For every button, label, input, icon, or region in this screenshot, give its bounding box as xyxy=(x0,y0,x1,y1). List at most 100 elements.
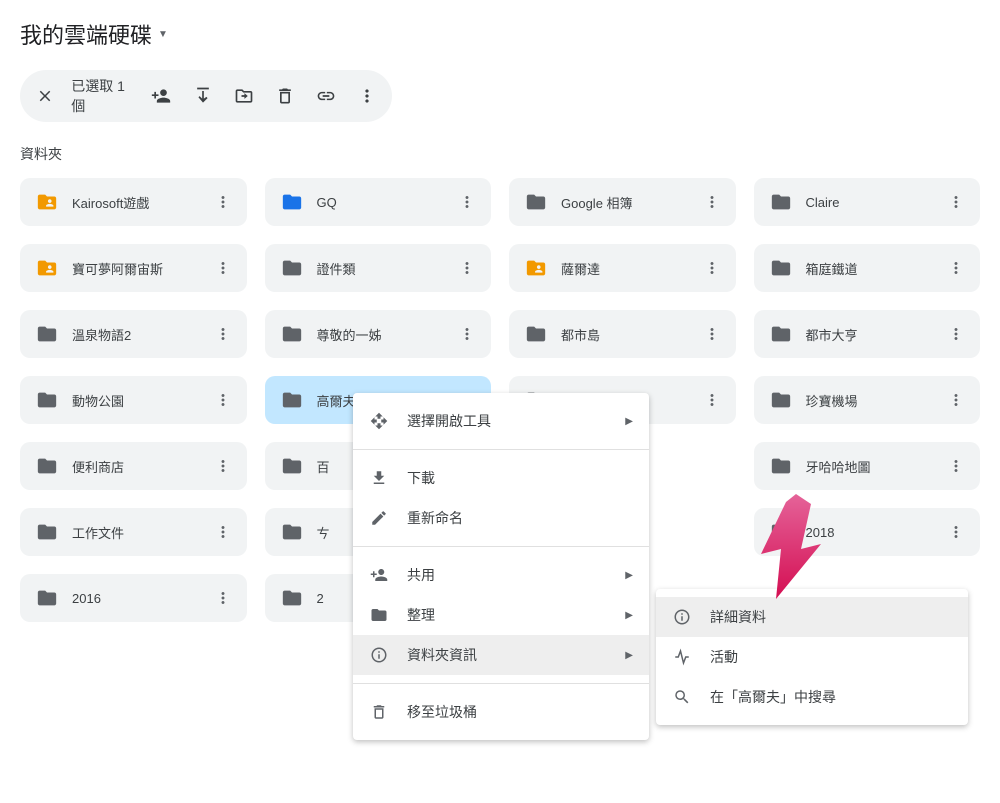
folder-more-button[interactable] xyxy=(940,186,972,218)
folder-name: 便利商店 xyxy=(72,457,193,476)
more-vert-icon xyxy=(357,86,377,106)
more-vert-icon xyxy=(458,259,476,277)
more-vert-icon xyxy=(214,589,232,607)
folder-item[interactable]: 尊敬的一姊 xyxy=(265,310,492,358)
folder-item[interactable]: Claire xyxy=(754,178,981,226)
more-vert-icon xyxy=(214,457,232,475)
folder-item[interactable]: GQ xyxy=(265,178,492,226)
folder-item[interactable]: 都市大亨 xyxy=(754,310,981,358)
folder-icon xyxy=(281,455,303,477)
ctx-download[interactable]: 下載 xyxy=(353,458,649,498)
folder-more-button[interactable] xyxy=(207,318,239,350)
folder-more-button[interactable] xyxy=(940,450,972,482)
ctx-trash[interactable]: 移至垃圾桶 xyxy=(353,692,649,732)
folder-item[interactable]: 牙哈哈地圖 xyxy=(754,442,981,490)
folder-icon xyxy=(36,521,58,543)
move-button[interactable] xyxy=(227,76,260,116)
sub-activity[interactable]: 活動 xyxy=(656,637,968,677)
folder-more-button[interactable] xyxy=(696,186,728,218)
context-submenu: 詳細資料 活動 在「高爾夫」中搜尋 xyxy=(656,589,968,725)
folder-item[interactable]: 證件類 xyxy=(265,244,492,292)
activity-icon xyxy=(672,647,692,667)
sub-details[interactable]: 詳細資料 xyxy=(656,597,968,637)
context-menu: 選擇開啟工具 ▶ 下載 重新命名 共用 ▶ 整理 ▶ 資料夾資訊 ▶ xyxy=(353,393,649,740)
folder-icon xyxy=(770,323,792,345)
more-vert-icon xyxy=(214,325,232,343)
chevron-right-icon: ▶ xyxy=(625,570,633,581)
folder-icon xyxy=(281,257,303,279)
clear-selection-button[interactable] xyxy=(28,76,61,116)
folder-name: 都市大亨 xyxy=(806,325,927,344)
folder-icon xyxy=(770,389,792,411)
folder-more-button[interactable] xyxy=(207,582,239,614)
folder-item[interactable]: Google 相簿 xyxy=(509,178,736,226)
folder-item[interactable]: 2018 xyxy=(754,508,981,556)
folder-item[interactable]: 都市島 xyxy=(509,310,736,358)
more-vert-icon xyxy=(947,325,965,343)
ctx-organize[interactable]: 整理 ▶ xyxy=(353,595,649,635)
folder-name: GQ xyxy=(317,195,438,210)
folder-more-button[interactable] xyxy=(451,318,483,350)
folder-more-button[interactable] xyxy=(696,384,728,416)
share-button[interactable] xyxy=(145,76,178,116)
move-to-folder-icon xyxy=(234,86,254,106)
more-vert-icon xyxy=(214,391,232,409)
folder-item[interactable]: 珍寶機場 xyxy=(754,376,981,424)
folder-more-button[interactable] xyxy=(940,384,972,416)
folder-item[interactable]: Kairosoft遊戲 xyxy=(20,178,247,226)
folder-name: 2016 xyxy=(72,591,193,606)
person-add-icon xyxy=(151,86,171,106)
folder-item[interactable]: 工作文件 xyxy=(20,508,247,556)
folder-more-button[interactable] xyxy=(696,318,728,350)
folder-icon xyxy=(36,455,58,477)
more-vert-icon xyxy=(947,523,965,541)
folder-item[interactable]: 箱庭鐵道 xyxy=(754,244,981,292)
folder-more-button[interactable] xyxy=(940,318,972,350)
ctx-folder-info[interactable]: 資料夾資訊 ▶ xyxy=(353,635,649,675)
folder-more-button[interactable] xyxy=(207,384,239,416)
folder-icon xyxy=(281,389,303,411)
caret-down-icon: ▼ xyxy=(158,29,168,40)
chevron-right-icon: ▶ xyxy=(625,416,633,427)
open-with-icon xyxy=(369,411,389,431)
more-vert-icon xyxy=(458,325,476,343)
more-vert-icon xyxy=(214,259,232,277)
more-actions-button[interactable] xyxy=(351,76,384,116)
ctx-open-with[interactable]: 選擇開啟工具 ▶ xyxy=(353,401,649,441)
folder-more-button[interactable] xyxy=(451,186,483,218)
folder-name: 動物公園 xyxy=(72,391,193,410)
trash-icon xyxy=(369,702,389,722)
trash-icon xyxy=(275,86,295,106)
folder-more-button[interactable] xyxy=(940,252,972,284)
folder-item[interactable]: 溫泉物語2 xyxy=(20,310,247,358)
folder-item[interactable]: 2016 xyxy=(20,574,247,622)
delete-button[interactable] xyxy=(268,76,301,116)
folder-item[interactable]: 寶可夢阿爾宙斯 xyxy=(20,244,247,292)
folder-more-button[interactable] xyxy=(696,252,728,284)
folder-more-button[interactable] xyxy=(207,450,239,482)
folder-item[interactable]: 便利商店 xyxy=(20,442,247,490)
download-button[interactable] xyxy=(186,76,219,116)
sub-search-in[interactable]: 在「高爾夫」中搜尋 xyxy=(656,677,968,717)
folder-item[interactable]: 薩爾達 xyxy=(509,244,736,292)
folder-more-button[interactable] xyxy=(451,252,483,284)
folder-item[interactable]: 動物公園 xyxy=(20,376,247,424)
folder-name: 證件類 xyxy=(317,259,438,278)
more-vert-icon xyxy=(947,193,965,211)
folder-more-button[interactable] xyxy=(207,516,239,548)
more-vert-icon xyxy=(947,259,965,277)
folder-more-button[interactable] xyxy=(940,516,972,548)
selection-toolbar: 已選取 1 個 xyxy=(20,70,392,122)
more-vert-icon xyxy=(947,457,965,475)
folder-more-button[interactable] xyxy=(207,186,239,218)
folder-icon xyxy=(525,323,547,345)
folder-name: 都市島 xyxy=(561,325,682,344)
folder-icon xyxy=(770,521,792,543)
ctx-rename[interactable]: 重新命名 xyxy=(353,498,649,538)
folder-icon xyxy=(525,257,547,279)
folder-more-button[interactable] xyxy=(207,252,239,284)
link-button[interactable] xyxy=(310,76,343,116)
ctx-share[interactable]: 共用 ▶ xyxy=(353,555,649,595)
breadcrumb-title[interactable]: 我的雲端硬碟 ▼ xyxy=(20,18,980,50)
divider xyxy=(353,449,649,450)
